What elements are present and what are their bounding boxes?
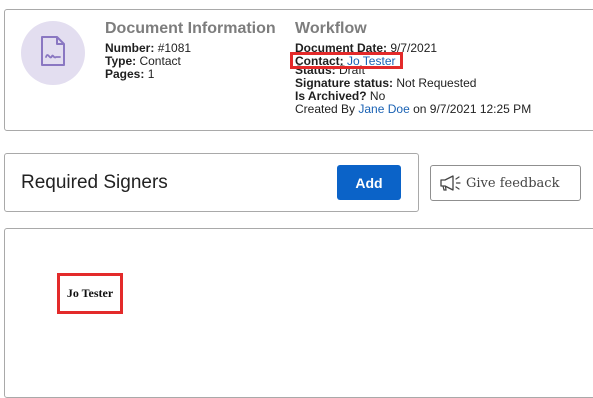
created-prefix: Created By bbox=[295, 102, 356, 116]
contact-link[interactable]: Jo Tester bbox=[347, 54, 395, 68]
document-number-label: Number: bbox=[105, 41, 155, 55]
signer-name: Jo Tester bbox=[66, 286, 114, 300]
document-info-column: Document Information Number: #1081 Type:… bbox=[105, 19, 276, 81]
give-feedback-label: Give feedback bbox=[466, 175, 560, 191]
give-feedback-button[interactable]: Give feedback bbox=[430, 165, 581, 201]
document-pages-label: Pages: bbox=[105, 67, 145, 81]
document-type-label: Type: bbox=[105, 54, 137, 68]
created-suffix: on 9/7/2021 12:25 PM bbox=[413, 102, 532, 116]
required-signers-title: Required Signers bbox=[21, 172, 168, 193]
created-by-row: Created By Jane Doe on 9/7/2021 12:25 PM bbox=[295, 103, 531, 116]
archived-value: No bbox=[369, 89, 386, 103]
megaphone-icon bbox=[439, 175, 461, 191]
add-signer-button[interactable]: Add bbox=[337, 165, 401, 200]
document-avatar bbox=[21, 21, 85, 85]
document-pages-row: Pages: 1 bbox=[105, 68, 276, 81]
required-signers-card: Required Signers Add bbox=[4, 153, 419, 212]
document-pages-value: 1 bbox=[147, 67, 155, 81]
workflow-heading: Workflow bbox=[295, 20, 367, 37]
signers-list-area: Jo Tester bbox=[4, 228, 593, 398]
document-signature-icon bbox=[40, 35, 66, 72]
signer-item[interactable]: Jo Tester bbox=[57, 273, 123, 314]
archived-label: Is Archived? bbox=[295, 89, 367, 103]
created-by-link[interactable]: Jane Doe bbox=[358, 102, 409, 116]
workflow-column: Workflow Document Date: 9/7/2021 Contact… bbox=[290, 19, 531, 116]
document-info-heading: Document Information bbox=[105, 20, 276, 37]
contact-label: Contact: bbox=[295, 54, 344, 68]
signature-status-label: Signature status: bbox=[295, 76, 394, 90]
document-info-card: Document Information Number: #1081 Type:… bbox=[4, 9, 593, 131]
document-number-value: #1081 bbox=[157, 41, 192, 55]
signature-status-value: Not Requested bbox=[396, 76, 477, 90]
document-type-value: Contact bbox=[139, 54, 181, 68]
document-date-label: Document Date: bbox=[295, 41, 388, 55]
document-date-value: 9/7/2021 bbox=[390, 41, 438, 55]
